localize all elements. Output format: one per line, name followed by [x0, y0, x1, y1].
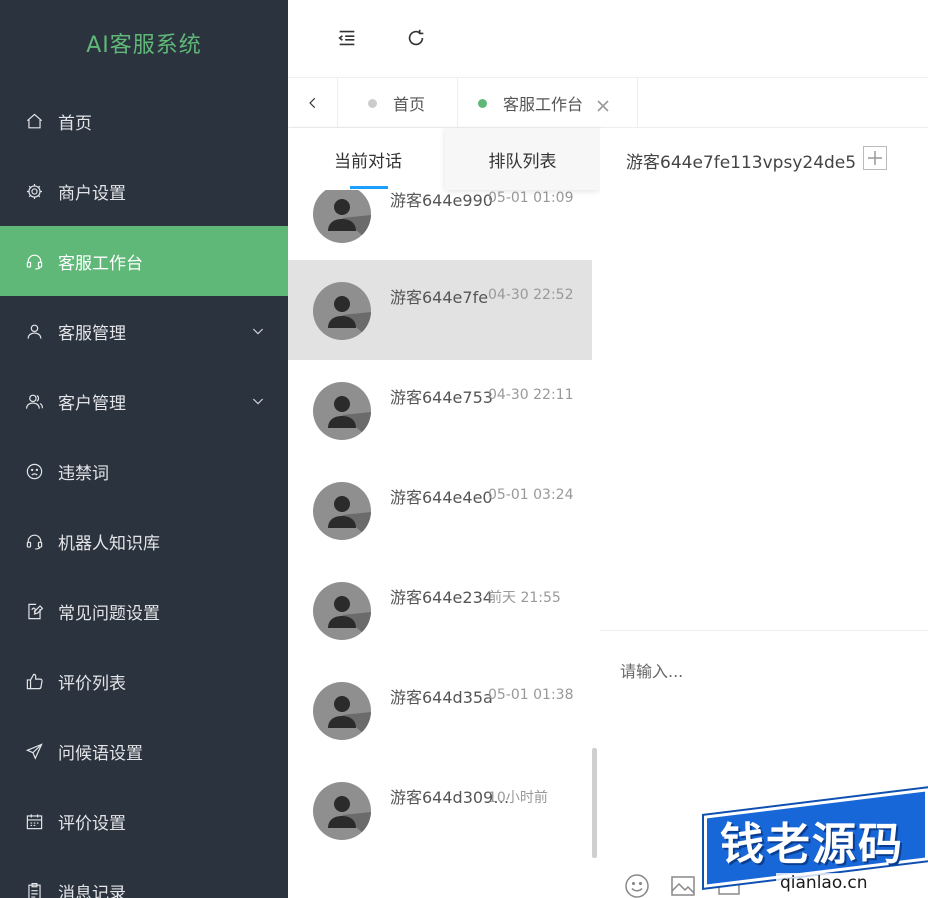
- top-header: [288, 0, 928, 78]
- send-icon: [24, 741, 44, 761]
- conversation-item[interactable]: 游客644e4e0 05-01 03:24: [288, 460, 592, 560]
- emoji-icon[interactable]: [624, 873, 650, 898]
- tab-label: 客服工作台: [503, 95, 584, 114]
- close-icon[interactable]: [597, 97, 609, 112]
- sidebar-item-label: 评价设置: [58, 813, 126, 834]
- avatar: [313, 782, 371, 840]
- sidebar-item-label: 机器人知识库: [58, 533, 160, 554]
- sidebar: AI客服系统 首页 商户设置 客服工作台 客服管理 客户管理 违禁词 机器人知识…: [0, 0, 288, 898]
- conversation-panel: 游客644e990 05-01 01:09 游客644e7fe 04-30 22…: [288, 128, 600, 898]
- sidebar-item-review-settings[interactable]: 评价设置: [0, 786, 288, 856]
- sidebar-item-label: 客服管理: [58, 323, 126, 344]
- add-button[interactable]: [863, 146, 887, 170]
- sidebar-item-label: 商户设置: [58, 183, 126, 204]
- active-tab-indicator: [350, 186, 388, 189]
- conversation-time: 04-30 22:11: [488, 387, 574, 403]
- divider: [600, 630, 928, 631]
- home-icon: [24, 111, 44, 131]
- avatar: [313, 482, 371, 540]
- sidebar-item-label: 常见问题设置: [58, 603, 160, 624]
- avatar: [313, 582, 371, 640]
- clipboard-icon: [24, 881, 44, 898]
- sidebar-item-label: 评价列表: [58, 673, 126, 694]
- chevron-down-icon: [250, 323, 266, 339]
- subtab-label: 当前对话: [334, 151, 402, 172]
- calendar-icon: [24, 811, 44, 831]
- conversation-time: 05-01 03:24: [488, 487, 574, 503]
- chat-title: 游客644e7fe113vpsy24de5: [626, 153, 857, 173]
- conversation-item[interactable]: 游客644e7fe 04-30 22:52: [288, 260, 592, 360]
- sidebar-item-label: 违禁词: [58, 463, 109, 484]
- watermark-url: qianlao.cn: [776, 873, 872, 893]
- conversation-item[interactable]: 游客644d35a 05-01 01:38: [288, 660, 592, 760]
- edit-doc-icon: [24, 601, 44, 621]
- conversation-item[interactable]: 游客644e234 前天 21:55: [288, 560, 592, 660]
- gear-icon: [24, 181, 44, 201]
- avatar: [313, 682, 371, 740]
- sidebar-item-label: 消息记录: [58, 883, 126, 898]
- conversation-item[interactable]: 游客644d309… 10小时前: [288, 760, 592, 860]
- chevron-left-icon: [308, 97, 315, 109]
- sidebar-item-robot-knowledge[interactable]: 机器人知识库: [0, 506, 288, 576]
- thumbs-up-icon: [24, 671, 44, 691]
- conversation-time: 05-01 01:09: [488, 190, 574, 206]
- scrollbar[interactable]: [592, 748, 597, 858]
- sidebar-item-service-desk[interactable]: 客服工作台: [0, 226, 288, 296]
- tab-label: 首页: [393, 95, 426, 114]
- conversation-time: 前天 21:55: [488, 590, 561, 606]
- sidebar-item-greeting-settings[interactable]: 问候语设置: [0, 716, 288, 786]
- users-icon: [24, 391, 44, 411]
- avatar: [313, 382, 371, 440]
- conversation-item[interactable]: 游客644e753 04-30 22:11: [288, 360, 592, 460]
- tab-queue-list[interactable]: 排队列表: [445, 128, 600, 190]
- user-icon: [24, 321, 44, 341]
- sidebar-item-home[interactable]: 首页: [0, 86, 288, 156]
- tab-current-conversations[interactable]: 当前对话: [308, 128, 428, 190]
- tab-dot: [478, 98, 487, 108]
- collapse-menu-icon[interactable]: [335, 26, 359, 50]
- tab-bar: 首页 客服工作台: [288, 78, 928, 128]
- tab-service-desk[interactable]: 客服工作台: [458, 78, 638, 128]
- chevron-down-icon: [250, 393, 266, 409]
- subtab-label: 排队列表: [488, 151, 557, 172]
- sidebar-item-agent-management[interactable]: 客服管理: [0, 296, 288, 366]
- sidebar-item-label: 客户管理: [58, 393, 126, 414]
- conversation-subtabs: 当前对话 排队列表: [288, 128, 600, 190]
- headset-icon: [24, 531, 44, 551]
- image-icon[interactable]: [670, 873, 696, 898]
- conversation-name: 游客644d35a: [390, 688, 493, 707]
- conversation-name: 游客644e7fe: [390, 288, 489, 307]
- sidebar-item-merchant-settings[interactable]: 商户设置: [0, 156, 288, 226]
- headset-icon: [24, 251, 44, 271]
- sidebar-item-faq-settings[interactable]: 常见问题设置: [0, 576, 288, 646]
- chat-area: 游客644e7fe113vpsy24de5: [600, 128, 928, 898]
- tab-scroll-left-button[interactable]: [288, 78, 338, 128]
- sidebar-item-message-records[interactable]: 消息记录: [0, 856, 288, 898]
- sidebar-item-banned-words[interactable]: 违禁词: [0, 436, 288, 506]
- sidebar-item-customer-management[interactable]: 客户管理: [0, 366, 288, 436]
- watermark-text: 钱老源码: [720, 819, 904, 870]
- sidebar-item-label: 问候语设置: [58, 743, 143, 764]
- sidebar-item-review-list[interactable]: 评价列表: [0, 646, 288, 716]
- sidebar-item-label: 客服工作台: [58, 253, 143, 274]
- watermark: 钱老源码 qianlao.cn: [704, 788, 928, 898]
- conversation-name: 游客644e234: [390, 588, 493, 607]
- brand-title: AI客服系统: [86, 33, 202, 58]
- sidebar-item-label: 首页: [58, 113, 92, 134]
- refresh-icon[interactable]: [404, 26, 428, 50]
- conversation-name: 游客644e990: [390, 191, 493, 210]
- conversation-name: 游客644e4e0: [390, 488, 493, 507]
- conversation-time: 04-30 22:52: [488, 287, 574, 303]
- conversation-time: 10小时前: [488, 790, 548, 806]
- conversation-time: 05-01 01:38: [488, 687, 574, 703]
- tab-dot: [368, 98, 377, 108]
- tab-home[interactable]: 首页: [338, 78, 458, 128]
- frown-icon: [24, 461, 44, 481]
- plus-icon: [868, 151, 882, 165]
- avatar: [313, 185, 371, 243]
- avatar: [313, 282, 371, 340]
- conversation-name: 游客644e753: [390, 388, 493, 407]
